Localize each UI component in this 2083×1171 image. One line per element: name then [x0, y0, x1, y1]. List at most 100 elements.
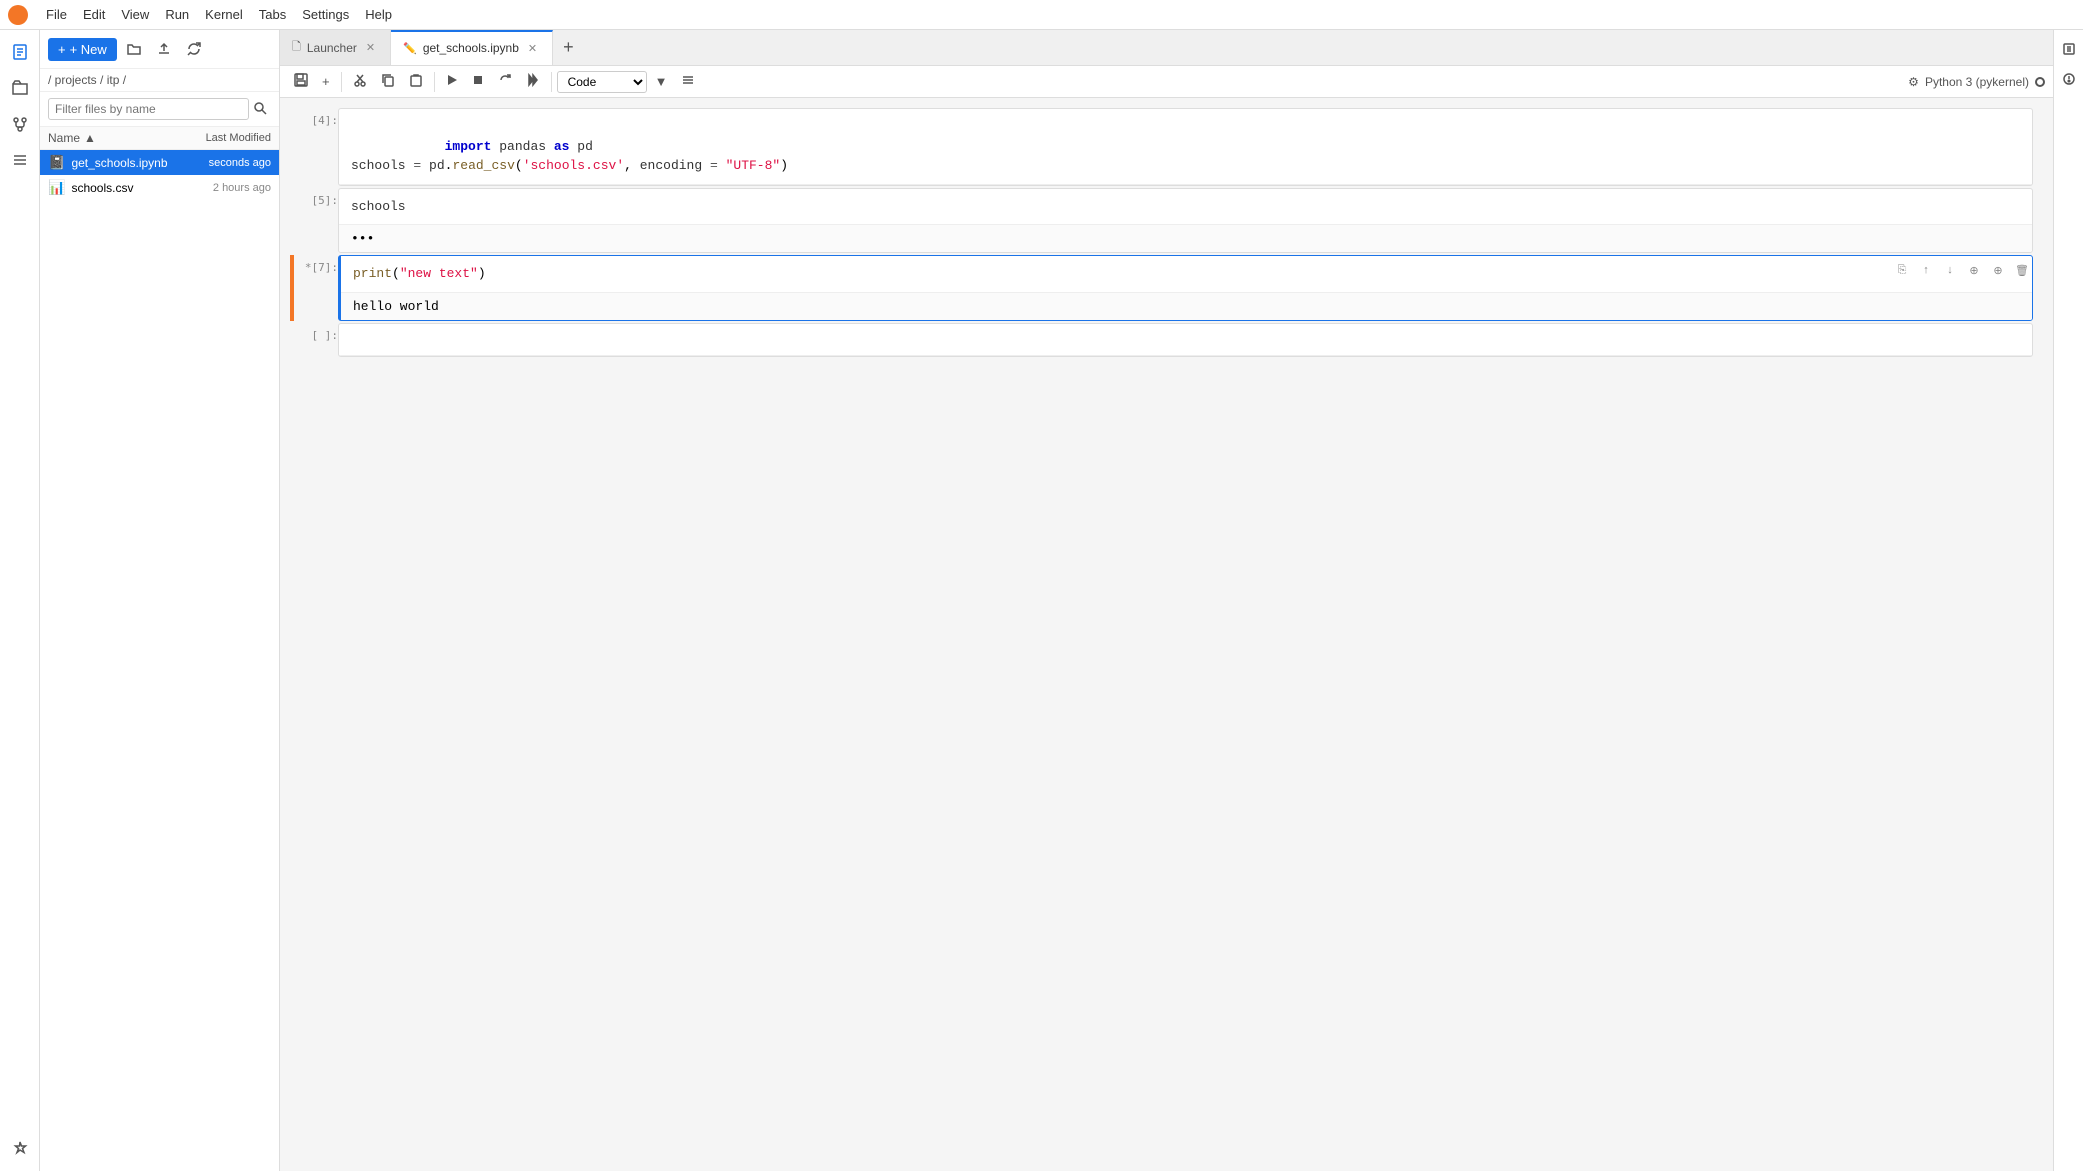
filter-input[interactable] — [48, 98, 249, 120]
close-launcher-tab[interactable]: ✕ — [363, 40, 378, 55]
cell-indicator — [290, 255, 294, 321]
menu-settings[interactable]: Settings — [294, 5, 357, 24]
tab-bar: 🗋 Launcher ✕ ✏️ get_schools.ipynb ✕ + — [280, 30, 2053, 66]
cell-number: [4]: — [298, 108, 338, 186]
cell-number: *[7]: — [298, 255, 338, 321]
column-name[interactable]: Name ▲ — [48, 131, 171, 145]
menu-help[interactable]: Help — [357, 5, 400, 24]
menu-file[interactable]: File — [38, 5, 75, 24]
tab-launcher-label: Launcher — [307, 41, 357, 55]
cell-body[interactable]: schools ••• — [338, 188, 2033, 254]
column-modified: Last Modified — [171, 132, 271, 144]
file-name: get_schools.ipynb — [71, 156, 181, 170]
extensions-icon[interactable] — [6, 1135, 34, 1163]
cut-button[interactable] — [347, 70, 373, 93]
separator — [341, 72, 342, 92]
menu-run[interactable]: Run — [157, 5, 197, 24]
notebook-tab-icon: ✏️ — [403, 42, 417, 55]
jupyter-logo — [8, 5, 28, 25]
cell-actions: ⎘ ↑ ↓ ⊕ ⊕ 🗑 — [1891, 259, 2033, 281]
cell-indicator — [290, 108, 294, 186]
files-icon[interactable] — [6, 38, 34, 66]
open-folder-button[interactable] — [121, 36, 147, 62]
tab-launcher[interactable]: 🗋 Launcher ✕ — [280, 30, 391, 66]
cell-body[interactable] — [338, 323, 2033, 357]
stop-button[interactable] — [466, 71, 490, 92]
breadcrumb[interactable]: / projects / itp / — [40, 69, 279, 92]
filter-bar — [40, 92, 279, 127]
git-icon[interactable] — [6, 110, 34, 138]
add-tab-button[interactable]: + — [553, 30, 584, 66]
search-button[interactable] — [249, 99, 271, 120]
separator — [551, 72, 552, 92]
new-button[interactable]: + + New — [48, 38, 117, 61]
kernel-name: Python 3 (pykernel) — [1925, 75, 2029, 89]
activity-bar — [0, 30, 40, 1171]
sidebar-toolbar: + + New — [40, 30, 279, 69]
paste-button[interactable] — [403, 70, 429, 93]
cell-container: [4]: import pandas as pd schools = pd.re… — [290, 108, 2033, 186]
move-down-button[interactable]: ↓ — [1939, 259, 1961, 281]
save-button[interactable] — [288, 70, 314, 93]
cell-type-chevron[interactable]: ▼ — [649, 71, 674, 92]
run-button[interactable] — [440, 71, 464, 92]
tab-notebook-label: get_schools.ipynb — [423, 41, 519, 55]
file-modified: seconds ago — [181, 157, 271, 169]
file-name: schools.csv — [71, 181, 181, 195]
menu-kernel[interactable]: Kernel — [197, 5, 251, 24]
delete-cell-button[interactable]: 🗑 — [2011, 259, 2033, 281]
cell-body[interactable]: import pandas as pd schools = pd.read_cs… — [338, 108, 2033, 186]
close-notebook-tab[interactable]: ✕ — [525, 41, 540, 56]
cell-input[interactable]: schools — [339, 189, 2032, 226]
new-label: + New — [70, 42, 107, 57]
list-icon[interactable] — [6, 146, 34, 174]
debugger-icon[interactable] — [2058, 68, 2080, 90]
cell-input[interactable]: print("new text") — [341, 256, 2032, 293]
kernel-status-indicator — [2035, 77, 2045, 87]
separator — [434, 72, 435, 92]
menu-edit[interactable]: Edit — [75, 5, 113, 24]
restart-button[interactable] — [492, 70, 518, 93]
add-above-button[interactable]: ⊕ — [1963, 259, 1985, 281]
tab-notebook[interactable]: ✏️ get_schools.ipynb ✕ — [391, 30, 553, 66]
file-list-header: Name ▲ Last Modified — [40, 127, 279, 150]
menu-bar: File Edit View Run Kernel Tabs Settings … — [0, 0, 2083, 30]
right-sidebar — [2053, 30, 2083, 1171]
commands-button[interactable] — [675, 70, 701, 93]
launcher-tab-icon: 🗋 — [292, 38, 301, 57]
csv-icon: 📊 — [48, 179, 65, 196]
copy-button[interactable] — [375, 70, 401, 93]
cell-number: [5]: — [298, 188, 338, 254]
property-inspector-icon[interactable] — [2058, 38, 2080, 60]
notebook-content: [4]: import pandas as pd schools = pd.re… — [280, 98, 2053, 1171]
file-list: 📓 get_schools.ipynb seconds ago 📊 school… — [40, 150, 279, 1171]
add-below-button[interactable]: ⊕ — [1987, 259, 2009, 281]
file-modified: 2 hours ago — [181, 182, 271, 194]
add-cell-button[interactable]: + — [316, 71, 336, 92]
refresh-button[interactable] — [181, 36, 207, 62]
cell-body[interactable]: print("new text") hello world — [338, 255, 2033, 321]
cell-type-select[interactable]: Code Markdown Raw — [557, 71, 647, 93]
copy-cell-button[interactable]: ⎘ — [1891, 259, 1913, 281]
restart-run-button[interactable] — [520, 70, 546, 93]
cell-container: [ ]: — [290, 323, 2033, 357]
cell-output: hello world — [341, 293, 2032, 320]
list-item[interactable]: 📓 get_schools.ipynb seconds ago — [40, 150, 279, 175]
cell-input[interactable] — [339, 324, 2032, 356]
folder-icon[interactable] — [6, 74, 34, 102]
cell-input[interactable]: import pandas as pd schools = pd.read_cs… — [339, 109, 2032, 185]
plus-icon: + — [58, 42, 66, 57]
move-up-button[interactable]: ↑ — [1915, 259, 1937, 281]
upload-button[interactable] — [151, 36, 177, 62]
list-item[interactable]: 📊 schools.csv 2 hours ago — [40, 175, 279, 200]
kernel-settings-icon[interactable]: ⚙ — [1908, 75, 1919, 89]
file-browser: + + New / projects / itp — [40, 30, 280, 1171]
main-area: 🗋 Launcher ✕ ✏️ get_schools.ipynb ✕ + + — [280, 30, 2053, 1171]
menu-tabs[interactable]: Tabs — [251, 5, 294, 24]
menu-view[interactable]: View — [113, 5, 157, 24]
cell-output: ••• — [339, 225, 2032, 252]
notebook-toolbar: + — [280, 66, 2053, 98]
notebook-icon: 📓 — [48, 154, 65, 171]
kernel-info: ⚙ Python 3 (pykernel) — [1908, 75, 2045, 89]
cell-container: *[7]: print("new text") hello world ⎘ ↑ … — [290, 255, 2033, 321]
